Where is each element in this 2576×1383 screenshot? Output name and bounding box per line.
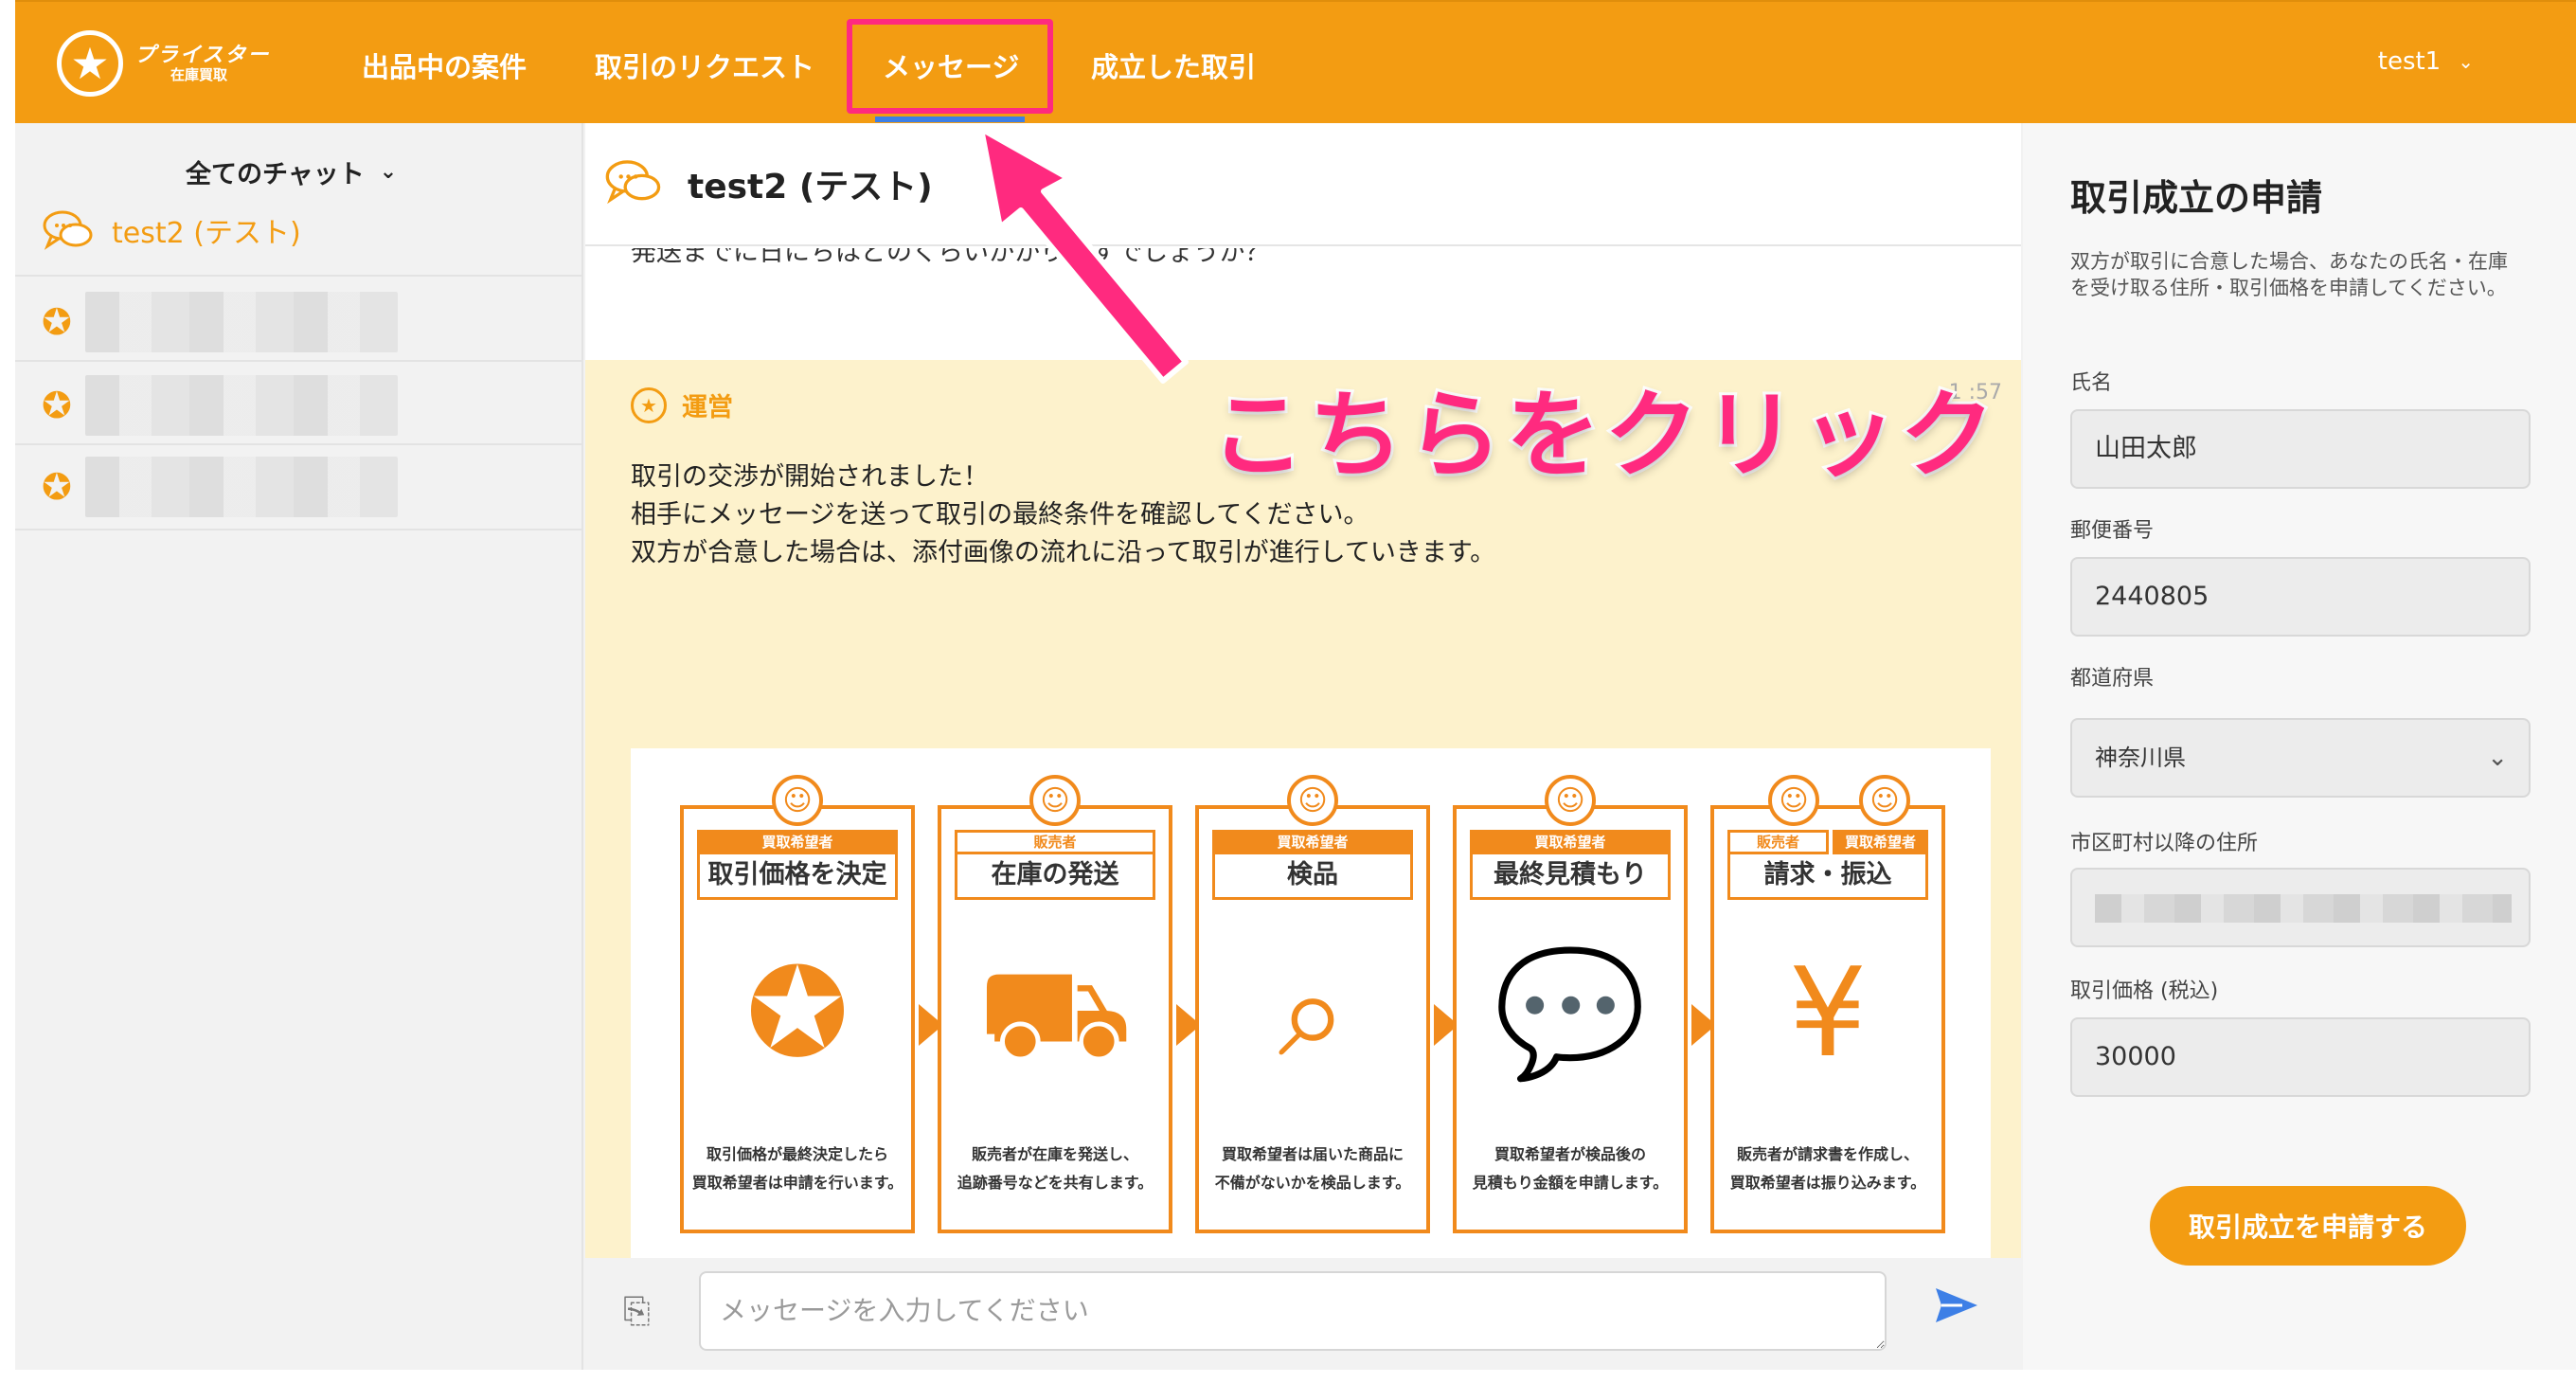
handshake-star-icon: ✪ [42,466,72,508]
address-label: 市区町村以降の住所 [2070,832,2259,855]
prefecture-value: 神奈川県 [2095,745,2186,771]
step-description: 取引価格が最終決定したら 買取希望者は申請を行います。 [691,1145,903,1192]
step-title: 在庫の発送 [955,853,1155,900]
panel-description: 双方が取引に合意した場合、あなたの氏名・在庫を受け取る住所・取引価格を申請してく… [2070,250,2508,299]
chat-bubbles-icon [43,210,93,250]
handshake-star-icon: ✪ [42,385,72,426]
divider [15,529,583,530]
step-title: 取引価格を決定 [697,853,898,900]
step-description: 販売者が在庫を発送し、 追跡番号などを共有します。 [957,1145,1154,1192]
chat-bubbles-icon: 💬 [1494,941,1647,1085]
step-role: 買取希望者 [1833,830,1928,854]
box-search-icon: ⌕ [1278,941,1348,1085]
nav-completed-deals[interactable]: 成立した取引 [1091,45,1256,85]
chat-item[interactable]: ✪ [42,457,398,517]
chevron-down-icon: ⌄ [2487,744,2508,772]
money-bag-yen-icon: ¥ [1788,941,1868,1085]
message-input[interactable] [699,1271,1887,1351]
chat-item[interactable]: ✪ [42,292,398,352]
person-icon: ☺ [1768,775,1819,826]
nav-requests[interactable]: 取引のリクエスト [595,45,814,85]
flow-step-price: ☺ 買取希望者 取引価格を決定 ✪ 取引価格が最終決定したら 買取希望者は申請を行… [680,775,915,1233]
chat-item[interactable]: ✪ [42,375,398,436]
blurred-chat-name [84,457,398,517]
step-description: 販売者が請求書を作成し、 買取希望者は振り込みます。 [1729,1145,1926,1192]
blurred-chat-name [84,292,398,352]
truck-icon: ⛟ [977,941,1133,1085]
divider [15,275,583,277]
operator-star-icon: ★ [631,386,667,423]
message-composer: ⎘ [585,1258,2021,1370]
person-icon: ☺ [1545,775,1596,826]
step-description: 買取希望者が検品後の 見積もり金額を申請します。 [1472,1145,1669,1192]
blurred-address [2095,894,2512,923]
chevron-down-icon: ⌄ [379,160,398,184]
paperclip-icon[interactable]: ⎘ [623,1292,651,1332]
chat-title: test2 (テスト) [688,168,933,207]
panel-title: 取引成立の申請 [2070,177,2323,219]
chevron-down-icon: ⌄ [2458,50,2474,73]
logo[interactable]: ★ プライスター 在庫買取 [57,30,270,97]
name-label: 氏名 [2070,371,2113,395]
step-role: 買取希望者 [697,830,898,854]
prefecture-select[interactable]: 神奈川県 ⌄ [2070,718,2531,798]
chat-list-sidebar: 全てのチャット ⌄ test2 (テスト) ✪ ✪ ✪ [15,123,583,1370]
annotation-callout: こちらをクリック [1208,377,1998,494]
chat-filter-label: 全てのチャット [186,160,365,189]
step-title: 検品 [1212,853,1413,900]
deal-flow-image: ☺ 買取希望者 取引価格を決定 ✪ 取引価格が最終決定したら 買取希望者は申請を行… [631,748,1991,1288]
zip-label: 郵便番号 [2070,519,2155,543]
person-icon: ☺ [1029,775,1081,826]
chat-filter-dropdown[interactable]: 全てのチャット ⌄ [186,153,397,190]
chat-header: test2 (テスト) [585,123,2021,246]
zip-field[interactable]: 2440805 [2070,557,2531,637]
divider [15,360,583,362]
person-icon: ☺ [772,775,823,826]
handshake-star-icon: ✪ [745,941,850,1085]
annotation-arrow-icon [978,126,1189,384]
step-role: 販売者 [1727,830,1829,854]
top-navbar: ★ プライスター 在庫買取 出品中の案件 取引のリクエスト メッセージ 成立した… [15,0,2576,123]
address-field[interactable] [2070,868,2531,947]
user-name: test1 [2377,47,2442,76]
step-role: 買取希望者 [1470,830,1671,854]
logo-title: プライスター [134,43,271,67]
deal-request-panel: 取引成立の申請 双方が取引に合意した場合、あなたの氏名・在庫を受け取る住所・取引… [2023,123,2576,1370]
flow-step-invoice: ☺ ☺ 販売者 買取希望者 請求・振込 ¥ 販売者が請求書を作成し、 買取希望者は… [1710,775,1945,1233]
divider [15,443,583,445]
name-field[interactable]: 山田太郎 [2070,409,2531,489]
logo-subtitle: 在庫買取 [170,66,228,84]
submit-deal-button[interactable]: 取引成立を申請する [2150,1186,2466,1266]
chat-item-active[interactable]: test2 (テスト) [42,208,301,252]
step-description: 買取希望者は届いた商品に 不備がないかを検品します。 [1214,1145,1411,1192]
app-window: ★ プライスター 在庫買取 出品中の案件 取引のリクエスト メッセージ 成立した… [15,0,2576,1370]
step-role: 買取希望者 [1212,830,1413,854]
user-menu[interactable]: test1 ⌄ [2378,47,2474,76]
logo-star-icon: ★ [57,30,123,97]
price-field[interactable]: 30000 [2070,1017,2531,1097]
flow-step-estimate: ☺ 買取希望者 最終見積もり 💬 買取希望者が検品後の 見積もり金額を申請します。 [1453,775,1688,1233]
nav-listings[interactable]: 出品中の案件 [362,45,527,85]
chat-item-name: test2 (テスト) [112,217,301,250]
annotation-highlight-box [847,19,1053,114]
step-title: 最終見積もり [1470,853,1671,900]
person-icon: ☺ [1859,775,1910,826]
chat-bubbles-icon [605,160,661,205]
system-sender: 運営 [682,393,733,422]
step-roles: 販売者 買取希望者 [1727,830,1928,854]
step-role: 販売者 [955,830,1155,854]
price-label: 取引価格 (税込) [2070,979,2219,1003]
person-icon: ☺ [1287,775,1338,826]
flow-step-shipping: ☺ 販売者 在庫の発送 ⛟ 販売者が在庫を発送し、 追跡番号などを共有します。 [938,775,1172,1233]
prefecture-label: 都道府県 [2070,667,2155,691]
blurred-chat-name [84,375,398,436]
chat-panel: test2 (テスト) 発送までに日にちはどのくらいかかりますでしょうか？ ★ … [585,123,2021,1370]
message-line: 双方が合意した場合は、添付画像の流れに沿って取引が進行していきます。 [631,538,1496,567]
step-title: 請求・振込 [1727,853,1928,900]
message-line: 相手にメッセージを送って取引の最終条件を確認してください。 [631,500,1369,530]
send-icon[interactable] [1934,1284,1979,1326]
handshake-star-icon: ✪ [42,301,72,343]
flow-step-inspection: ☺ 買取希望者 検品 ⌕ 買取希望者は届いた商品に 不備がないかを検品します。 [1195,775,1430,1233]
